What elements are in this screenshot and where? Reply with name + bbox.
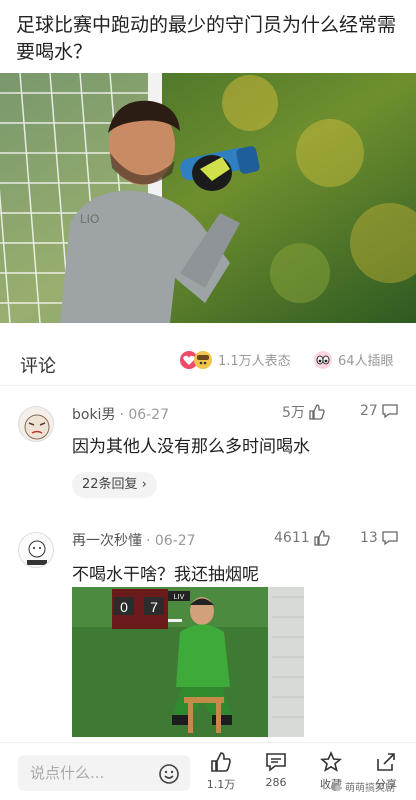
live-badge: LIV [174,594,185,601]
like-count: 1.1万 [206,778,236,791]
reply-count: 27 [360,403,378,419]
comment-date: · 06-27 [146,533,196,549]
comment-image[interactable]: 0 7 LIV [72,587,304,737]
username[interactable]: boki男 [72,407,115,423]
comment-text: 不喝水干啥？我还抽烟呢 [72,565,259,585]
avatar[interactable] [18,532,54,568]
comments-title: 评论 [20,356,56,377]
comment-like-button[interactable]: 4611 [274,529,331,547]
comment-item: 再一次秒懂 · 06-27 4611 13 不喝水干啥？我还抽烟呢 [0,526,416,585]
comment-date: · 06-27 [119,407,170,423]
score-left: 0 [120,599,128,615]
comment-reply-count[interactable]: 27 [360,402,399,420]
watchers-count: 64人插眼 [338,354,394,369]
reactions-summary[interactable]: 1.1万人表态 [180,350,291,369]
watermark: 萌萌搞笑剧 [330,779,395,794]
goalkeeper-drinking-photo: LIO [0,73,416,323]
smiley-icon [159,764,179,784]
emoji-button[interactable] [158,763,180,785]
reactions-count: 1.1万人表态 [218,354,291,369]
avatar[interactable] [18,406,54,442]
wechat-icon [331,782,341,791]
comment-count: 286 [265,776,287,789]
thumbs-up-icon [309,404,325,420]
reply-bubble-icon [382,531,398,546]
share-icon [377,753,395,771]
comment-author[interactable]: boki男 · 06-27 [72,404,169,424]
comment-item: boki男 · 06-27 5万 27 因为其他人没有那么多时间喝水 22条回复 … [0,396,416,506]
reply-count: 13 [360,530,378,546]
comment-text: 因为其他人没有那么多时间喝水 [72,437,310,457]
like-action[interactable]: 1.1万 [199,751,243,792]
goalkeeper-sitting-photo: 0 7 LIV [72,587,304,737]
comment-bubble-icon [266,753,286,772]
watermark-text: 萌萌搞笑剧 [345,783,395,794]
score-right: 7 [150,599,158,615]
reply-bubble-icon [382,404,398,419]
star-icon [320,751,342,772]
username[interactable]: 再一次秒懂 [72,533,142,549]
hat-emoji-icon [194,350,212,369]
svg-text:LIO: LIO [80,212,99,226]
hero-photo[interactable]: LIO [0,73,416,323]
thumbs-up-icon [313,530,330,546]
eyes-icon [314,350,332,369]
like-count: 4611 [274,530,310,546]
view-replies-button[interactable]: 22条回复 › [72,472,157,498]
comment-like-button[interactable]: 5万 [282,402,326,422]
comment-author[interactable]: 再一次秒懂 · 06-27 [72,530,196,550]
comments-header: 评论 1.1万人表态 64人插眼 [0,336,416,386]
comment-reply-count[interactable]: 13 [360,529,399,547]
like-count: 5万 [282,405,305,421]
comment-action[interactable]: 286 [254,751,298,789]
watchers-summary[interactable]: 64人插眼 [314,350,394,369]
question-title: 足球比赛中跑动的最少的守门员为什么经常需要喝水？ [16,14,397,63]
thumbs-up-icon [211,752,231,772]
